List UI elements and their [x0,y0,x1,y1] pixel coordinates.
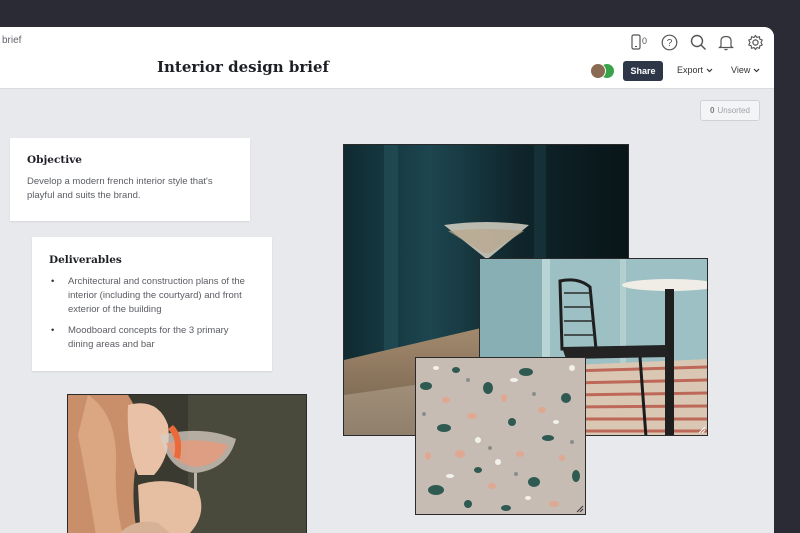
breadcrumb[interactable]: brief [2,35,21,46]
export-label: Export [677,65,704,75]
share-button[interactable]: Share [623,61,663,81]
list-item: Moodboard concepts for the 3 primary din… [49,324,255,352]
card-body: Develop a modern french interior style t… [27,176,213,201]
search-icon[interactable] [688,32,708,52]
chevron-down-icon [753,68,760,72]
svg-text:?: ? [666,38,672,49]
unsorted-count: 0 [710,106,715,115]
bell-icon[interactable] [716,32,736,52]
resize-handle-icon[interactable] [576,505,584,513]
gear-icon[interactable] [745,32,765,52]
view-menu-button[interactable]: View [731,65,760,75]
view-label: View [731,65,751,75]
top-bar: brief Interior design brief 0 ? Share Ex… [0,27,774,89]
deliverables-list: Architectural and construction plans of … [49,275,255,352]
avatar [590,63,606,79]
terrazzo-texture-photo[interactable] [415,357,586,515]
export-menu-button[interactable]: Export [677,65,713,75]
collaborator-avatars[interactable] [590,63,618,81]
unsorted-button[interactable]: 0 Unsorted [700,100,760,121]
card-heading: Objective [27,154,82,166]
woman-drinking-photo[interactable] [67,394,307,533]
app-window: brief Interior design brief 0 ? Share Ex… [0,27,774,533]
list-item: Architectural and construction plans of … [49,275,255,317]
device-count: 0 [642,36,648,46]
resize-handle-icon[interactable] [698,426,706,434]
unsorted-label: Unsorted [717,106,750,115]
card-heading: Deliverables [49,254,122,266]
page-title[interactable]: Interior design brief [157,58,329,76]
help-icon[interactable]: ? [659,32,679,52]
chevron-down-icon [706,68,713,72]
deliverables-card[interactable]: Deliverables Architectural and construct… [32,237,272,371]
objective-card[interactable]: Objective Develop a modern french interi… [10,138,250,221]
